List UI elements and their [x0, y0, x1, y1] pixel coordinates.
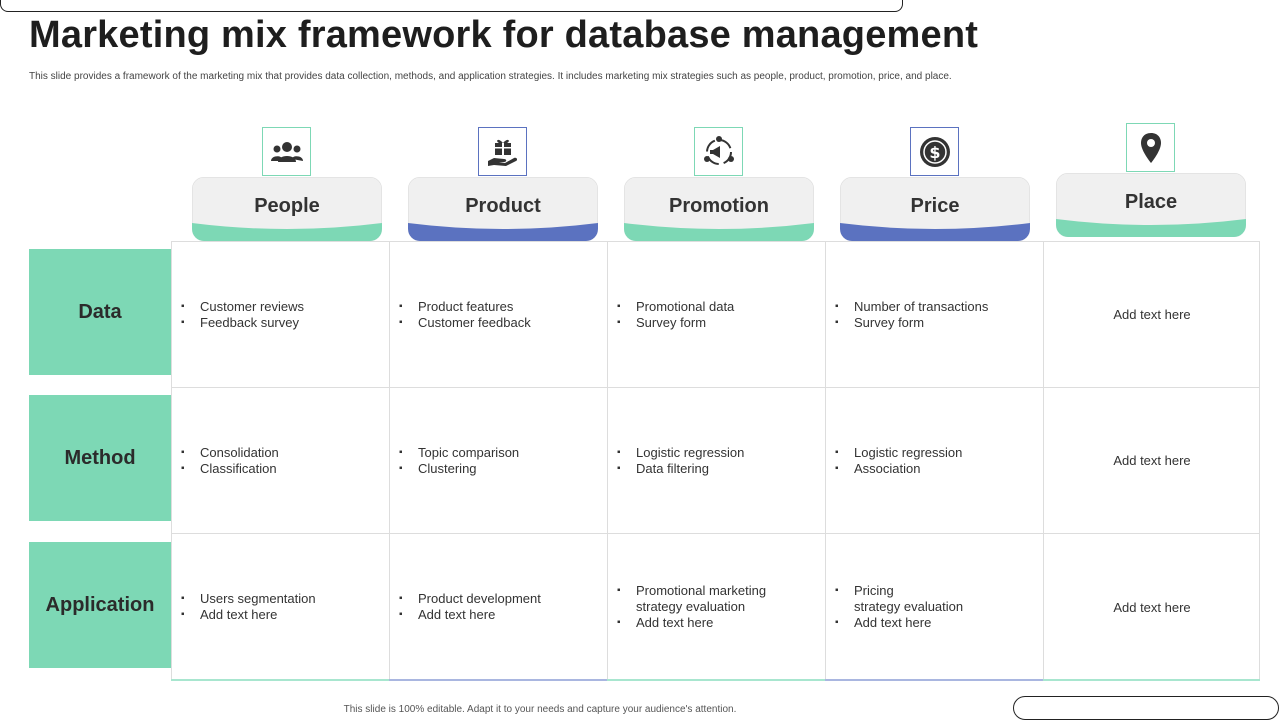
- list-item: Number of transactions: [835, 299, 988, 315]
- bottom-accent-product: [389, 679, 607, 681]
- column-header-product: Product: [408, 177, 598, 241]
- cell-data-promotion: Promotional data Survey form: [608, 242, 826, 388]
- cell-method-place: Add text here: [1044, 388, 1260, 534]
- list-item: Promotional data: [617, 299, 734, 315]
- list-item: Customer reviews: [181, 299, 304, 315]
- column-header-promotion: Promotion: [624, 177, 814, 241]
- column-label: Price: [910, 195, 960, 217]
- list-item: Topic comparison: [399, 445, 519, 461]
- list-item: Customer feedback: [399, 315, 531, 331]
- cell-method-promotion: Logistic regression Data filtering: [608, 388, 826, 534]
- placeholder-text: Add text here: [1113, 599, 1191, 615]
- gift-hand-icon: [478, 127, 527, 176]
- list-item: Logistic regression: [835, 445, 962, 461]
- svg-text:$: $: [929, 143, 940, 162]
- cell-data-people: Customer reviews Feedback survey: [172, 242, 390, 388]
- bottom-accent-people: [171, 679, 389, 681]
- footer-text: This slide is 100% editable. Adapt it to…: [343, 704, 737, 715]
- column-header-price: Price: [840, 177, 1030, 241]
- placeholder-text: Add text here: [1113, 307, 1191, 322]
- megaphone-cycle-icon: [694, 127, 743, 176]
- cell-application-people: Users segmentation Add text here: [172, 534, 390, 680]
- row-header-data: Data: [29, 249, 171, 375]
- list-item: Add text here: [399, 607, 541, 623]
- cell-data-product: Product features Customer feedback: [390, 242, 608, 388]
- bottom-accent-promotion: [607, 679, 825, 681]
- list-item: Promotional marketing: [617, 583, 766, 599]
- bottom-accent-place: [1043, 679, 1260, 681]
- cell-method-people: Consolidation Classification: [172, 388, 390, 534]
- list-item: Users segmentation: [181, 591, 316, 607]
- list-item: strategy evaluation: [636, 599, 746, 614]
- column-label: People: [254, 195, 320, 217]
- cell-application-price: Pricing strategy evaluation Add text her…: [826, 534, 1044, 680]
- list-item: Survey form: [835, 315, 988, 331]
- bottom-decor-pill: [1013, 696, 1279, 720]
- people-group-icon: [262, 127, 311, 176]
- row-header-method: Method: [29, 395, 171, 521]
- cell-data-price: Number of transactions Survey form: [826, 242, 1044, 388]
- column-label: Promotion: [669, 195, 769, 217]
- list-item: Add text here: [181, 607, 316, 623]
- cell-application-product: Product development Add text here: [390, 534, 608, 680]
- list-item: Add text here: [617, 615, 766, 631]
- bottom-accent-price: [825, 679, 1043, 681]
- page-subtitle: This slide provides a framework of the m…: [29, 71, 952, 82]
- list-item: Product features: [399, 299, 531, 315]
- column-label: Product: [465, 195, 541, 217]
- cell-data-place: Add text here: [1044, 242, 1260, 388]
- list-item: Pricing: [835, 583, 963, 599]
- list-item: Clustering: [399, 461, 519, 477]
- list-item: Feedback survey: [181, 315, 304, 331]
- list-item: Consolidation: [181, 445, 279, 461]
- placeholder-text: Add text here: [1113, 453, 1191, 468]
- cell-method-price: Logistic regression Association: [826, 388, 1044, 534]
- top-decor-bar: [0, 0, 903, 12]
- column-header-place: Place: [1056, 173, 1246, 237]
- framework-grid: Customer reviews Feedback survey Product…: [171, 241, 1260, 680]
- page-title: Marketing mix framework for database man…: [29, 14, 979, 56]
- list-item: Product development: [399, 591, 541, 607]
- list-item: strategy evaluation: [854, 599, 964, 614]
- list-item: Survey form: [617, 315, 734, 331]
- column-label: Place: [1124, 191, 1178, 213]
- list-item: Classification: [181, 461, 279, 477]
- list-item: Association: [835, 461, 962, 477]
- cell-application-place: Add text here: [1044, 534, 1260, 680]
- list-item: Add text here: [835, 615, 963, 631]
- cell-application-promotion: Promotional marketing strategy evaluatio…: [608, 534, 826, 680]
- list-item: Logistic regression: [617, 445, 744, 461]
- list-item: Data filtering: [617, 461, 744, 477]
- cell-method-product: Topic comparison Clustering: [390, 388, 608, 534]
- dollar-coin-icon: $: [910, 127, 959, 176]
- row-header-application: Application: [29, 542, 171, 668]
- location-pin-icon: [1126, 123, 1175, 172]
- column-header-people: People: [192, 177, 382, 241]
